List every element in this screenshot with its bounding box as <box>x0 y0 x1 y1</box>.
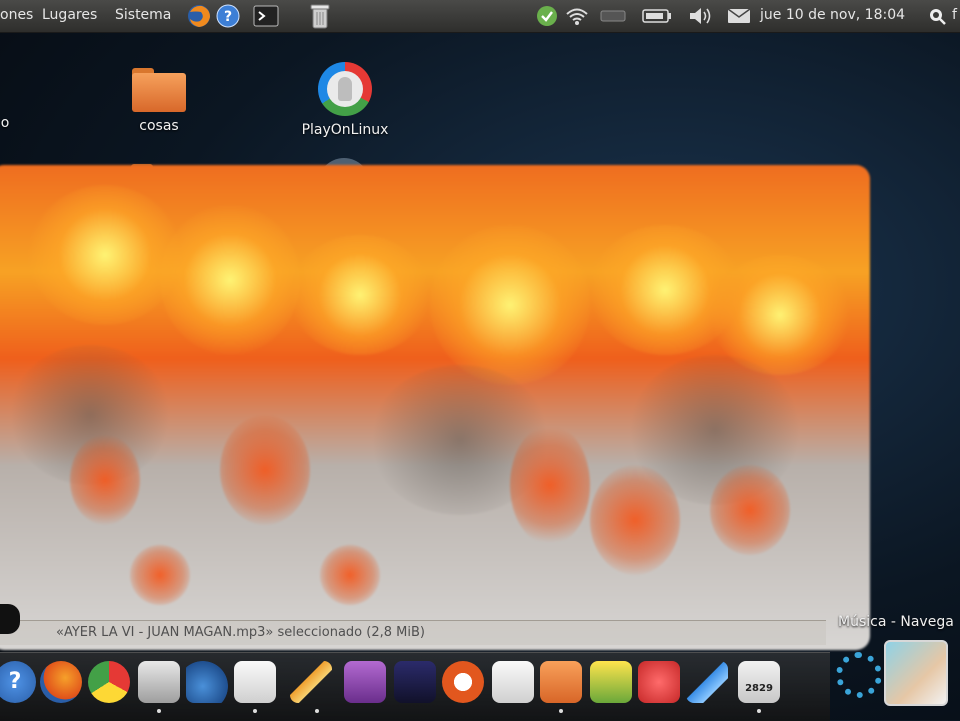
window-dock-icon[interactable] <box>344 661 386 703</box>
calendar-number: 2829 <box>745 683 773 694</box>
running-indicator <box>157 709 161 713</box>
document-dock-icon[interactable] <box>492 661 534 703</box>
help-launcher-icon[interactable]: ? <box>215 3 241 29</box>
workspace-switcher-icon[interactable] <box>394 661 436 703</box>
menu-sistema[interactable]: Sistema <box>115 7 171 23</box>
fire-effect <box>320 545 380 605</box>
downloads-folder-dock-icon[interactable] <box>540 661 582 703</box>
fire-effect <box>70 435 140 525</box>
chat-status-icon[interactable] <box>535 5 559 27</box>
window-thumbnail[interactable] <box>884 640 948 706</box>
search-label[interactable]: f <box>952 7 957 23</box>
desktop-icon-label: o <box>0 115 10 131</box>
menu-aplicaciones[interactable]: ones <box>0 7 33 23</box>
vlc-dock-icon[interactable] <box>290 661 332 703</box>
firefox-dock-icon[interactable] <box>40 661 82 703</box>
running-indicator <box>315 709 319 713</box>
fire-effect <box>710 465 790 555</box>
battery-icon[interactable] <box>642 8 672 24</box>
calculator-dock-icon[interactable] <box>138 661 180 703</box>
running-indicator <box>253 709 257 713</box>
pidgin-dock-icon[interactable] <box>186 661 228 703</box>
volume-icon[interactable] <box>688 6 714 26</box>
menu-lugares[interactable]: Lugares <box>42 7 97 23</box>
svg-text:?: ? <box>224 9 232 25</box>
playonlinux-icon <box>318 62 372 116</box>
dock: ? 2829 <box>0 652 830 721</box>
fire-effect <box>160 205 300 355</box>
fire-effect <box>220 415 310 525</box>
trash-applet-icon[interactable] <box>308 2 332 30</box>
fire-effect <box>30 185 180 325</box>
status-text: «AYER LA VI - JUAN MAGAN.mp3» selecciona… <box>56 625 425 640</box>
top-panel: ones Lugares Sistema ? jue 10 de nov, 18… <box>0 0 960 33</box>
fire-effect <box>290 235 430 355</box>
desktop-icon-playonlinux[interactable]: PlayOnLinux <box>290 62 400 138</box>
search-icon[interactable] <box>928 7 946 25</box>
folder-icon <box>132 68 186 112</box>
help-dock-icon[interactable]: ? <box>0 661 36 703</box>
file-manager-window[interactable] <box>0 165 870 650</box>
desktop-icon-label: cosas <box>139 118 179 134</box>
chrome-dock-icon[interactable] <box>88 661 130 703</box>
text-editor-dock-icon[interactable] <box>234 661 276 703</box>
fire-effect <box>430 225 590 385</box>
desktop-icon-partial[interactable]: o <box>0 65 60 131</box>
clock[interactable]: jue 10 de nov, 18:04 <box>760 7 905 23</box>
fire-effect <box>510 425 590 545</box>
keyboard-indicator-icon[interactable] <box>600 8 626 24</box>
status-bar: «AYER LA VI - JUAN MAGAN.mp3» selecciona… <box>0 620 826 645</box>
firefox-launcher-icon[interactable] <box>186 3 212 29</box>
dark-blob <box>0 604 20 634</box>
cursor-dock-icon[interactable] <box>686 661 728 703</box>
fire-effect <box>590 465 680 575</box>
fire-effect <box>130 545 190 605</box>
running-indicator <box>559 709 563 713</box>
wifi-icon[interactable] <box>565 6 589 26</box>
desktop-icon-label: PlayOnLinux <box>301 122 389 138</box>
loading-spinner-icon <box>836 652 882 698</box>
window-title-musica[interactable]: Música - Navega <box>838 614 954 630</box>
mail-icon[interactable] <box>727 8 751 24</box>
power-dock-icon[interactable] <box>638 661 680 703</box>
terminal-launcher-icon[interactable] <box>253 5 279 27</box>
desktop-icon-cosas[interactable]: cosas <box>104 68 214 134</box>
calendar-dock-icon[interactable]: 2829 <box>738 661 780 703</box>
running-indicator <box>757 709 761 713</box>
ubuntu-dock-icon[interactable] <box>442 661 484 703</box>
image-viewer-dock-icon[interactable] <box>590 661 632 703</box>
